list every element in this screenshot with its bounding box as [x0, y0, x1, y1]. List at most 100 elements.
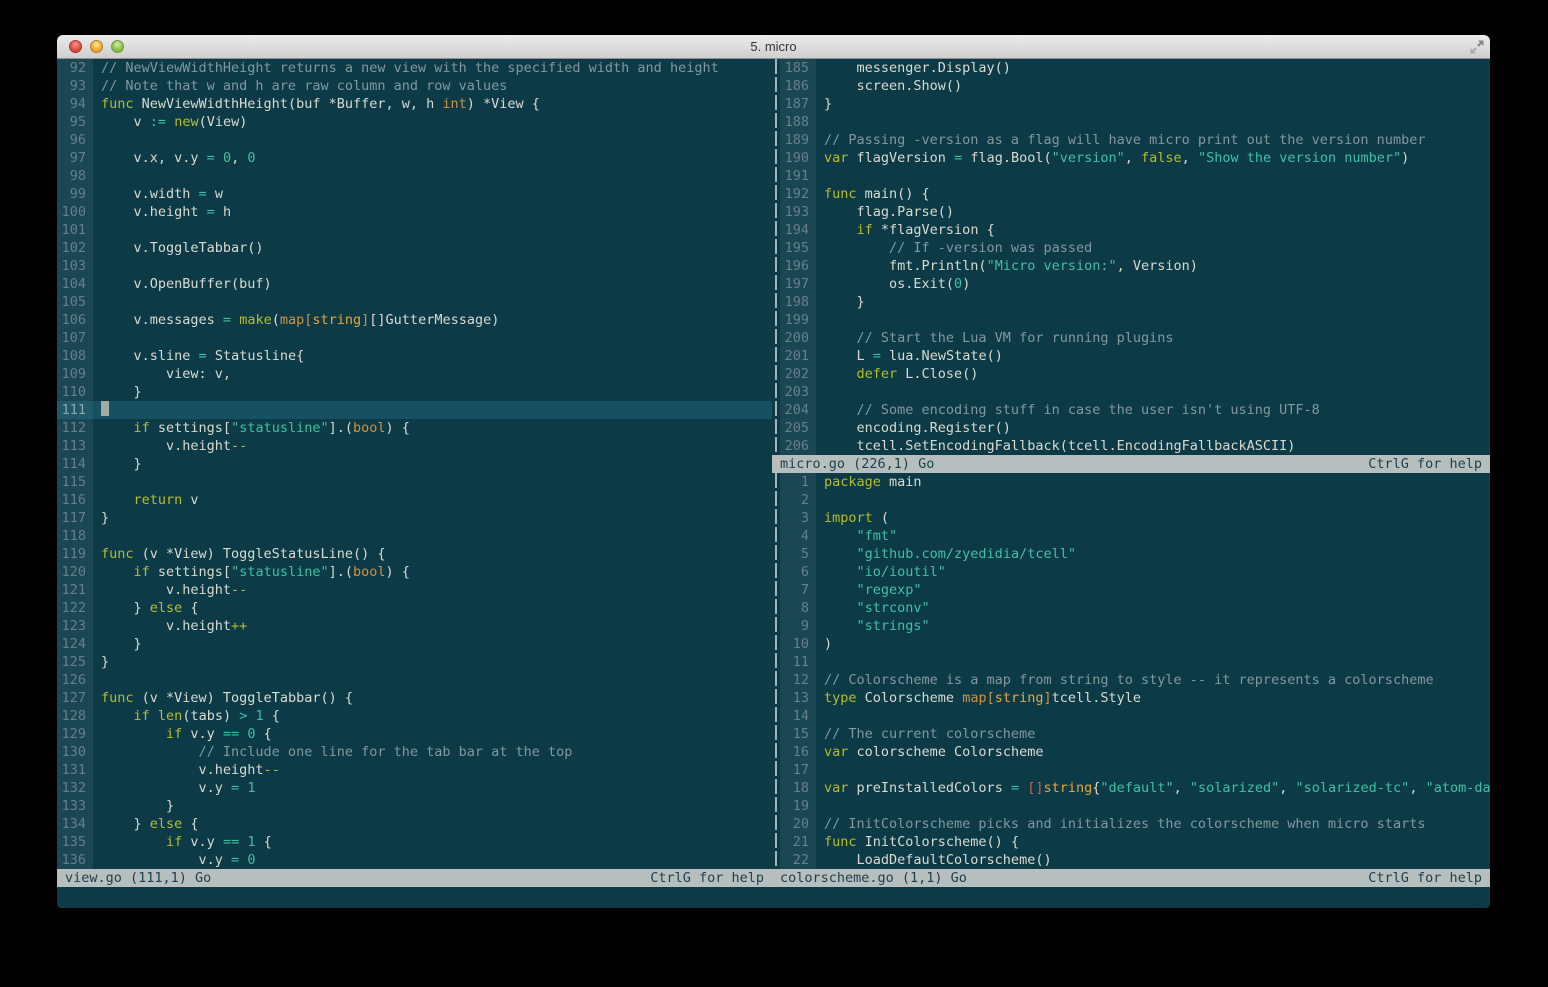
code-line-92[interactable]: 92// NewViewWidthHeight returns a new vi…	[57, 59, 772, 77]
code-line-109[interactable]: 109 view: v,	[57, 365, 772, 383]
code-line-100[interactable]: 100 v.height = h	[57, 203, 772, 221]
code-line-95[interactable]: 95 v := new(View)	[57, 113, 772, 131]
code-line-4[interactable]: 4 "fmt"	[780, 527, 1490, 545]
code-line-131[interactable]: 131 v.height--	[57, 761, 772, 779]
code-line-197[interactable]: 197 os.Exit(0)	[780, 275, 1490, 293]
pane-colorscheme-go[interactable]: 1package main23import (4 "fmt"5 "github.…	[780, 473, 1490, 869]
code-line-201[interactable]: 201 L = lua.NewState()	[780, 347, 1490, 365]
code-text: screen.Show()	[816, 77, 962, 95]
code-line-112[interactable]: 112 if settings["statusline"].(bool) {	[57, 419, 772, 437]
code-line-2[interactable]: 2	[780, 491, 1490, 509]
code-line-196[interactable]: 196 fmt.Println("Micro version:", Versio…	[780, 257, 1490, 275]
window-titlebar[interactable]: 5. micro	[57, 35, 1490, 59]
code-line-124[interactable]: 124 }	[57, 635, 772, 653]
code-line-136[interactable]: 136 v.y = 0	[57, 851, 772, 869]
code-line-19[interactable]: 19	[780, 797, 1490, 815]
code-line-18[interactable]: 18var preInstalledColors = []string{"def…	[780, 779, 1490, 797]
code-line-9[interactable]: 9 "strings"	[780, 617, 1490, 635]
code-line-11[interactable]: 11	[780, 653, 1490, 671]
code-line-12[interactable]: 12// Colorscheme is a map from string to…	[780, 671, 1490, 689]
code-line-3[interactable]: 3import (	[780, 509, 1490, 527]
code-line-105[interactable]: 105	[57, 293, 772, 311]
code-line-206[interactable]: 206 tcell.SetEncodingFallback(tcell.Enco…	[780, 437, 1490, 455]
code-line-17[interactable]: 17	[780, 761, 1490, 779]
code-line-198[interactable]: 198 }	[780, 293, 1490, 311]
code-line-104[interactable]: 104 v.OpenBuffer(buf)	[57, 275, 772, 293]
code-line-194[interactable]: 194 if *flagVersion {	[780, 221, 1490, 239]
code-line-97[interactable]: 97 v.x, v.y = 0, 0	[57, 149, 772, 167]
code-line-103[interactable]: 103	[57, 257, 772, 275]
code-line-13[interactable]: 13type Colorscheme map[string]tcell.Styl…	[780, 689, 1490, 707]
code-line-16[interactable]: 16var colorscheme Colorscheme	[780, 743, 1490, 761]
code-line-203[interactable]: 203	[780, 383, 1490, 401]
code-line-106[interactable]: 106 v.messages = make(map[string][]Gutte…	[57, 311, 772, 329]
code-line-185[interactable]: 185 messenger.Display()	[780, 59, 1490, 77]
code-line-204[interactable]: 204 // Some encoding stuff in case the u…	[780, 401, 1490, 419]
code-line-101[interactable]: 101	[57, 221, 772, 239]
code-line-20[interactable]: 20// InitColorscheme picks and initializ…	[780, 815, 1490, 833]
code-line-186[interactable]: 186 screen.Show()	[780, 77, 1490, 95]
code-line-113[interactable]: 113 v.height--	[57, 437, 772, 455]
code-line-15[interactable]: 15// The current colorscheme	[780, 725, 1490, 743]
code-line-114[interactable]: 114 }	[57, 455, 772, 473]
code-line-132[interactable]: 132 v.y = 1	[57, 779, 772, 797]
code-line-127[interactable]: 127func (v *View) ToggleTabbar() {	[57, 689, 772, 707]
code-line-121[interactable]: 121 v.height--	[57, 581, 772, 599]
code-line-120[interactable]: 120 if settings["statusline"].(bool) {	[57, 563, 772, 581]
pane-micro-go[interactable]: 185 messenger.Display()186 screen.Show()…	[780, 59, 1490, 455]
code-token: =	[1011, 780, 1019, 796]
code-line-10[interactable]: 10)	[780, 635, 1490, 653]
code-line-119[interactable]: 119func (v *View) ToggleStatusLine() {	[57, 545, 772, 563]
code-line-111[interactable]: 111	[57, 401, 772, 419]
code-line-1[interactable]: 1package main	[780, 473, 1490, 491]
code-line-195[interactable]: 195 // If -version was passed	[780, 239, 1490, 257]
code-line-193[interactable]: 193 flag.Parse()	[780, 203, 1490, 221]
code-line-125[interactable]: 125}	[57, 653, 772, 671]
code-line-188[interactable]: 188	[780, 113, 1490, 131]
code-token: ) {	[386, 564, 410, 580]
code-line-99[interactable]: 99 v.width = w	[57, 185, 772, 203]
line-number: 21	[780, 833, 816, 851]
code-line-191[interactable]: 191	[780, 167, 1490, 185]
code-line-126[interactable]: 126	[57, 671, 772, 689]
resize-icon[interactable]	[1469, 39, 1485, 55]
code-line-128[interactable]: 128 if len(tabs) > 1 {	[57, 707, 772, 725]
pane-view-go[interactable]: 92// NewViewWidthHeight returns a new vi…	[57, 59, 772, 869]
code-line-6[interactable]: 6 "io/ioutil"	[780, 563, 1490, 581]
code-line-123[interactable]: 123 v.height++	[57, 617, 772, 635]
code-line-96[interactable]: 96	[57, 131, 772, 149]
code-line-189[interactable]: 189// Passing -version as a flag will ha…	[780, 131, 1490, 149]
code-line-122[interactable]: 122 } else {	[57, 599, 772, 617]
code-line-102[interactable]: 102 v.ToggleTabbar()	[57, 239, 772, 257]
code-line-134[interactable]: 134 } else {	[57, 815, 772, 833]
code-line-94[interactable]: 94func NewViewWidthHeight(buf *Buffer, w…	[57, 95, 772, 113]
code-line-93[interactable]: 93// Note that w and h are raw column an…	[57, 77, 772, 95]
code-line-21[interactable]: 21func InitColorscheme() {	[780, 833, 1490, 851]
code-line-117[interactable]: 117}	[57, 509, 772, 527]
code-line-108[interactable]: 108 v.sline = Statusline{	[57, 347, 772, 365]
code-line-8[interactable]: 8 "strconv"	[780, 599, 1490, 617]
code-line-133[interactable]: 133 }	[57, 797, 772, 815]
code-line-98[interactable]: 98	[57, 167, 772, 185]
code-text: }	[93, 653, 109, 671]
code-line-5[interactable]: 5 "github.com/zyedidia/tcell"	[780, 545, 1490, 563]
code-line-107[interactable]: 107	[57, 329, 772, 347]
code-line-199[interactable]: 199	[780, 311, 1490, 329]
code-line-118[interactable]: 118	[57, 527, 772, 545]
code-line-187[interactable]: 187}	[780, 95, 1490, 113]
code-line-116[interactable]: 116 return v	[57, 491, 772, 509]
code-line-205[interactable]: 205 encoding.Register()	[780, 419, 1490, 437]
code-line-202[interactable]: 202 defer L.Close()	[780, 365, 1490, 383]
code-line-130[interactable]: 130 // Include one line for the tab bar …	[57, 743, 772, 761]
code-line-200[interactable]: 200 // Start the Lua VM for running plug…	[780, 329, 1490, 347]
code-line-190[interactable]: 190var flagVersion = flag.Bool("version"…	[780, 149, 1490, 167]
code-line-110[interactable]: 110 }	[57, 383, 772, 401]
code-line-115[interactable]: 115	[57, 473, 772, 491]
code-line-22[interactable]: 22 LoadDefaultColorscheme()	[780, 851, 1490, 869]
code-line-129[interactable]: 129 if v.y == 0 {	[57, 725, 772, 743]
code-text: func (v *View) ToggleTabbar() {	[93, 689, 353, 707]
code-line-192[interactable]: 192func main() {	[780, 185, 1490, 203]
code-line-135[interactable]: 135 if v.y == 1 {	[57, 833, 772, 851]
code-line-7[interactable]: 7 "regexp"	[780, 581, 1490, 599]
code-line-14[interactable]: 14	[780, 707, 1490, 725]
